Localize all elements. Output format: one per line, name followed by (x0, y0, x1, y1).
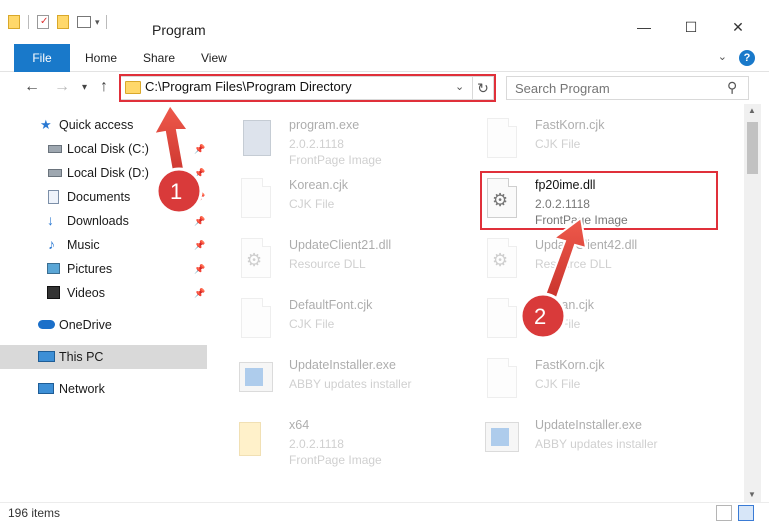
callout-number-1: 1 (170, 179, 183, 204)
details-view-icon[interactable] (716, 505, 732, 521)
scroll-up-icon[interactable]: ▲ (748, 106, 756, 115)
scrollbar-thumb[interactable] (747, 122, 758, 174)
callout-arrows (152, 103, 588, 340)
arrow-2 (519, 216, 588, 340)
scroll-down-icon[interactable]: ▼ (748, 490, 756, 499)
item-count: 196 items (8, 506, 61, 520)
status-bar (0, 502, 769, 532)
large-icons-view-icon[interactable] (738, 505, 754, 521)
callout-number-2: 2 (534, 304, 547, 329)
